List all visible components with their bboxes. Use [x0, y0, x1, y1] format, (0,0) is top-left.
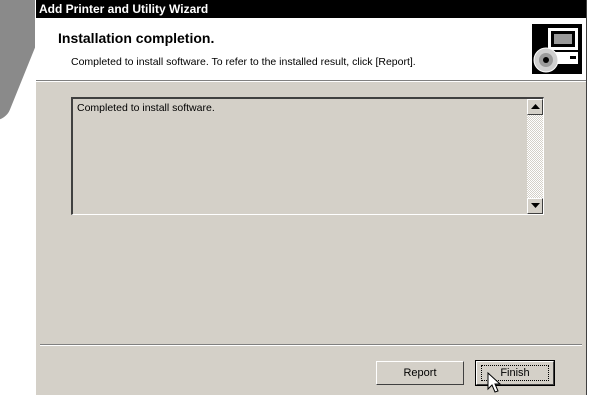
header-separator [36, 81, 586, 82]
arrow-down-icon [531, 203, 540, 208]
footer-divider [40, 344, 582, 346]
computer-cd-icon [532, 24, 582, 74]
wizard-window: Add Printer and Utility Wizard Installat… [35, 0, 587, 395]
scroll-down-button[interactable] [527, 198, 543, 214]
arrow-up-icon [531, 104, 540, 109]
page-subtitle: Completed to install software. To refer … [71, 56, 416, 68]
window-title[interactable]: Add Printer and Utility Wizard [36, 0, 586, 18]
wizard-header: Installation completion. Completed to in… [36, 18, 586, 81]
vertical-scrollbar[interactable] [527, 99, 543, 214]
result-textbox[interactable]: Completed to install software. [71, 97, 544, 215]
page-title: Installation completion. [58, 30, 215, 46]
scroll-up-button[interactable] [527, 99, 543, 115]
report-button[interactable]: Report [376, 361, 464, 385]
result-text: Completed to install software. [77, 102, 215, 114]
